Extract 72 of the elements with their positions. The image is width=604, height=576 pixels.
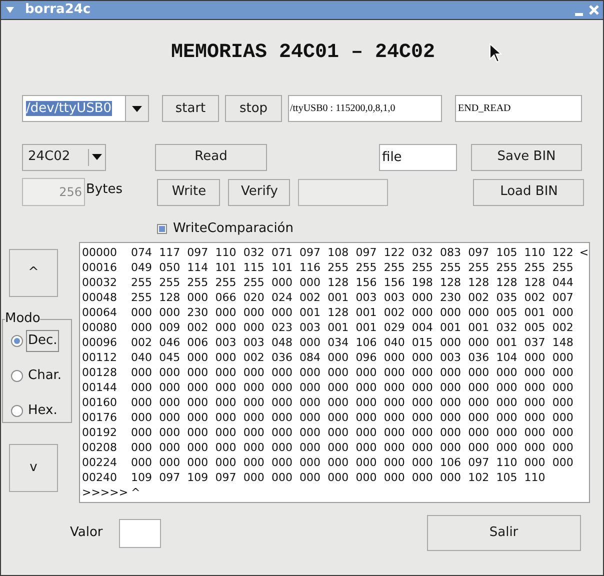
dump-values: 000 000 000 000 000 000 000 000 000 000 000 000 000 000 000 000 — [131, 365, 574, 380]
dump-address: 00064 — [82, 305, 118, 320]
dump-values: 000 000 230 000 000 000 001 128 001 002 000 000 000 005 001 000 — [131, 305, 574, 320]
load-bin-button[interactable]: Load BIN — [473, 178, 584, 206]
dump-address: 00032 — [82, 275, 118, 290]
compare-checkbox-label[interactable]: WriteComparación — [173, 219, 294, 239]
radio-button[interactable] — [11, 370, 23, 382]
close-icon[interactable] — [589, 5, 599, 15]
dump-values: 109 097 109 097 000 000 000 000 000 000 000 000 102 105 110 — [131, 470, 546, 485]
prompt-marker: >>>>> — [82, 485, 130, 500]
dropdown-arrow-icon — [132, 106, 142, 112]
radio-label[interactable]: Dec. — [26, 330, 60, 352]
compare-checkbox[interactable] — [157, 224, 167, 234]
dump-address: 00224 — [82, 455, 118, 470]
dump-values: 000 000 000 000 000 000 000 000 000 000 000 000 000 000 000 000 — [131, 410, 574, 425]
dump-address: 00096 — [82, 335, 118, 350]
chip-combobox[interactable]: 24C02 — [22, 144, 106, 170]
status-field[interactable]: END_READ — [455, 95, 582, 122]
dropdown-arrow-icon — [92, 154, 102, 160]
dump-address: 00144 — [82, 380, 118, 395]
read-button[interactable]: Read — [155, 144, 267, 170]
dump-address: 00208 — [82, 440, 118, 455]
stop-button[interactable]: stop — [225, 95, 282, 122]
dump-values: 000 000 000 000 000 000 000 000 000 000 000 000 000 000 000 000 — [131, 380, 574, 395]
start-button[interactable]: start — [162, 95, 219, 122]
size-field: 256 — [22, 178, 85, 206]
value-label: Valor — [70, 524, 103, 542]
dump-address: 00112 — [82, 350, 118, 365]
radio-button[interactable] — [11, 405, 23, 417]
dump-values: 255 128 000 066 020 024 002 001 003 003 000 230 002 035 002 007 — [131, 290, 574, 305]
radio-button[interactable] — [11, 335, 23, 347]
dump-values: 000 000 000 000 000 000 000 000 000 000 000 000 000 000 000 000 — [131, 395, 574, 410]
cursor-icon — [489, 43, 503, 63]
dump-address: 00000 — [82, 245, 118, 260]
write-button[interactable]: Write — [157, 178, 220, 206]
dump-marker: < — [579, 245, 589, 260]
menu-caret-icon[interactable] — [5, 7, 15, 13]
dump-address: 00128 — [82, 365, 118, 380]
dump-address: 00048 — [82, 290, 118, 305]
save-bin-button[interactable]: Save BIN — [471, 144, 582, 170]
dump-values: 049 050 114 101 115 101 116 255 255 255 255 255 255 255 255 255 — [131, 260, 574, 275]
dump-address: 00176 — [82, 410, 118, 425]
prompt-caret: ^ — [131, 485, 140, 500]
scroll-down-button[interactable]: v — [9, 444, 58, 492]
dump-address: 00080 — [82, 320, 118, 335]
verify-button[interactable]: Verify — [228, 178, 290, 206]
dump-values: 040 045 000 000 002 036 084 000 096 000 000 003 036 104 000 000 — [131, 350, 574, 365]
port-value: /dev/ttyUSB0 — [26, 101, 112, 116]
window-title: borra24c — [25, 1, 91, 20]
value-field[interactable] — [118, 518, 161, 548]
dump-values: 000 000 000 000 000 000 000 000 000 000 000 106 097 110 000 000 — [131, 455, 574, 470]
size-unit-label: Bytes — [86, 181, 122, 199]
dump-values: 002 046 006 003 003 048 000 034 106 040 015 000 000 001 037 148 — [131, 335, 574, 350]
file-field[interactable]: file — [379, 144, 457, 170]
heading: MEMORIAS 24C01 – 24C02 — [170, 40, 436, 66]
dump-address: 00016 — [82, 260, 118, 275]
dump-values: 255 255 255 255 255 000 000 128 156 156 198 128 128 128 128 044 — [131, 275, 574, 290]
minimize-icon[interactable] — [575, 12, 583, 16]
radio-label[interactable]: Char. — [26, 365, 64, 387]
dump-values: 000 000 000 000 000 000 000 000 000 000 000 000 000 000 000 000 — [131, 440, 574, 455]
dump-address: 00192 — [82, 425, 118, 440]
dump-address: 00160 — [82, 395, 118, 410]
scroll-up-button[interactable]: ^ — [9, 249, 58, 297]
dump-address: 00240 — [82, 470, 118, 485]
dump-values: 074 117 097 110 032 071 097 108 097 122 032 083 097 105 110 122 — [131, 245, 574, 260]
dump-values: 000 000 000 000 000 000 000 000 000 000 000 000 000 000 000 000 — [131, 425, 574, 440]
chip-value: 24C02 — [27, 148, 72, 166]
port-settings-field[interactable]: /ttyUSB0 : 115200,0,8,1,0 — [288, 95, 442, 122]
dump-values: 000 009 002 000 000 023 003 001 001 029 004 001 001 032 005 002 — [131, 320, 574, 335]
port-combobox[interactable]: /dev/ttyUSB0 — [22, 95, 149, 122]
radio-label[interactable]: Hex. — [26, 400, 60, 422]
exit-button[interactable]: Salir — [426, 515, 581, 551]
